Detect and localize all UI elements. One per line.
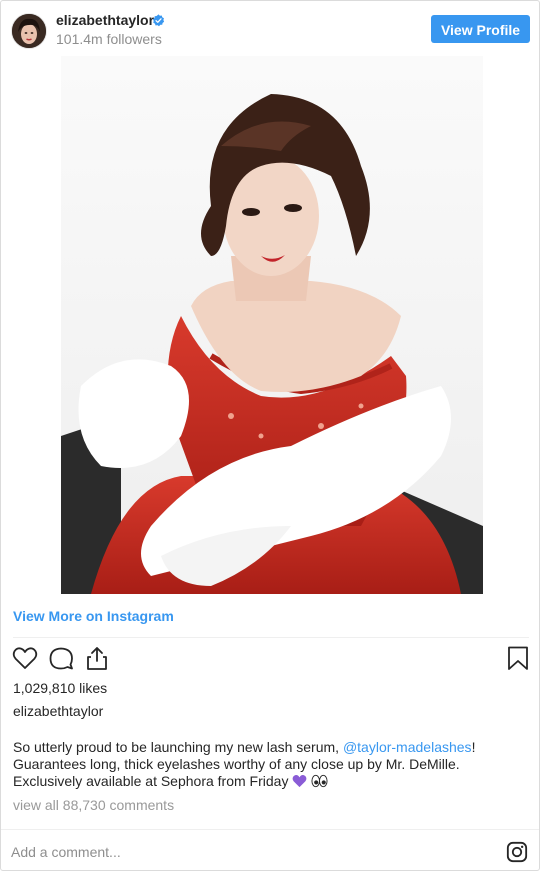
- share-upload-icon[interactable]: [83, 643, 111, 673]
- heart-outline-icon[interactable]: [11, 643, 39, 673]
- eyes-icon: [311, 774, 328, 788]
- view-all-comments-link[interactable]: view all 88,730 comments: [13, 797, 174, 813]
- instagram-embed-card: elizabethtaylor 101.4m followers View Pr…: [0, 0, 540, 871]
- instagram-logo-icon[interactable]: [506, 841, 528, 863]
- view-more-on-instagram-link[interactable]: View More on Instagram: [13, 608, 174, 624]
- view-profile-button[interactable]: View Profile: [431, 15, 530, 43]
- verified-badge-icon: [152, 14, 165, 27]
- add-comment-input[interactable]: [11, 841, 491, 863]
- follower-count: 101.4m followers: [56, 31, 162, 47]
- speech-bubble-icon[interactable]: [47, 643, 75, 673]
- avatar-portrait: [12, 14, 46, 48]
- comment-divider: [1, 829, 539, 830]
- post-header: elizabethtaylor 101.4m followers View Pr…: [1, 1, 539, 57]
- divider: [13, 637, 529, 638]
- caption-mention-link[interactable]: @taylor-madelashes: [343, 739, 472, 755]
- bookmark-icon[interactable]: [504, 643, 532, 673]
- purple-heart-icon: [292, 774, 307, 788]
- post-caption: So utterly proud to be launching my new …: [13, 739, 523, 790]
- avatar[interactable]: [11, 13, 47, 49]
- like-count[interactable]: 1,029,810 likes: [13, 680, 107, 696]
- post-image[interactable]: [61, 56, 483, 594]
- caption-text-start: So utterly proud to be launching my new …: [13, 739, 343, 755]
- username[interactable]: elizabethtaylor: [56, 12, 154, 28]
- action-bar: [1, 643, 539, 675]
- portrait-photo: [61, 56, 483, 594]
- post-owner-username[interactable]: elizabethtaylor: [13, 703, 103, 719]
